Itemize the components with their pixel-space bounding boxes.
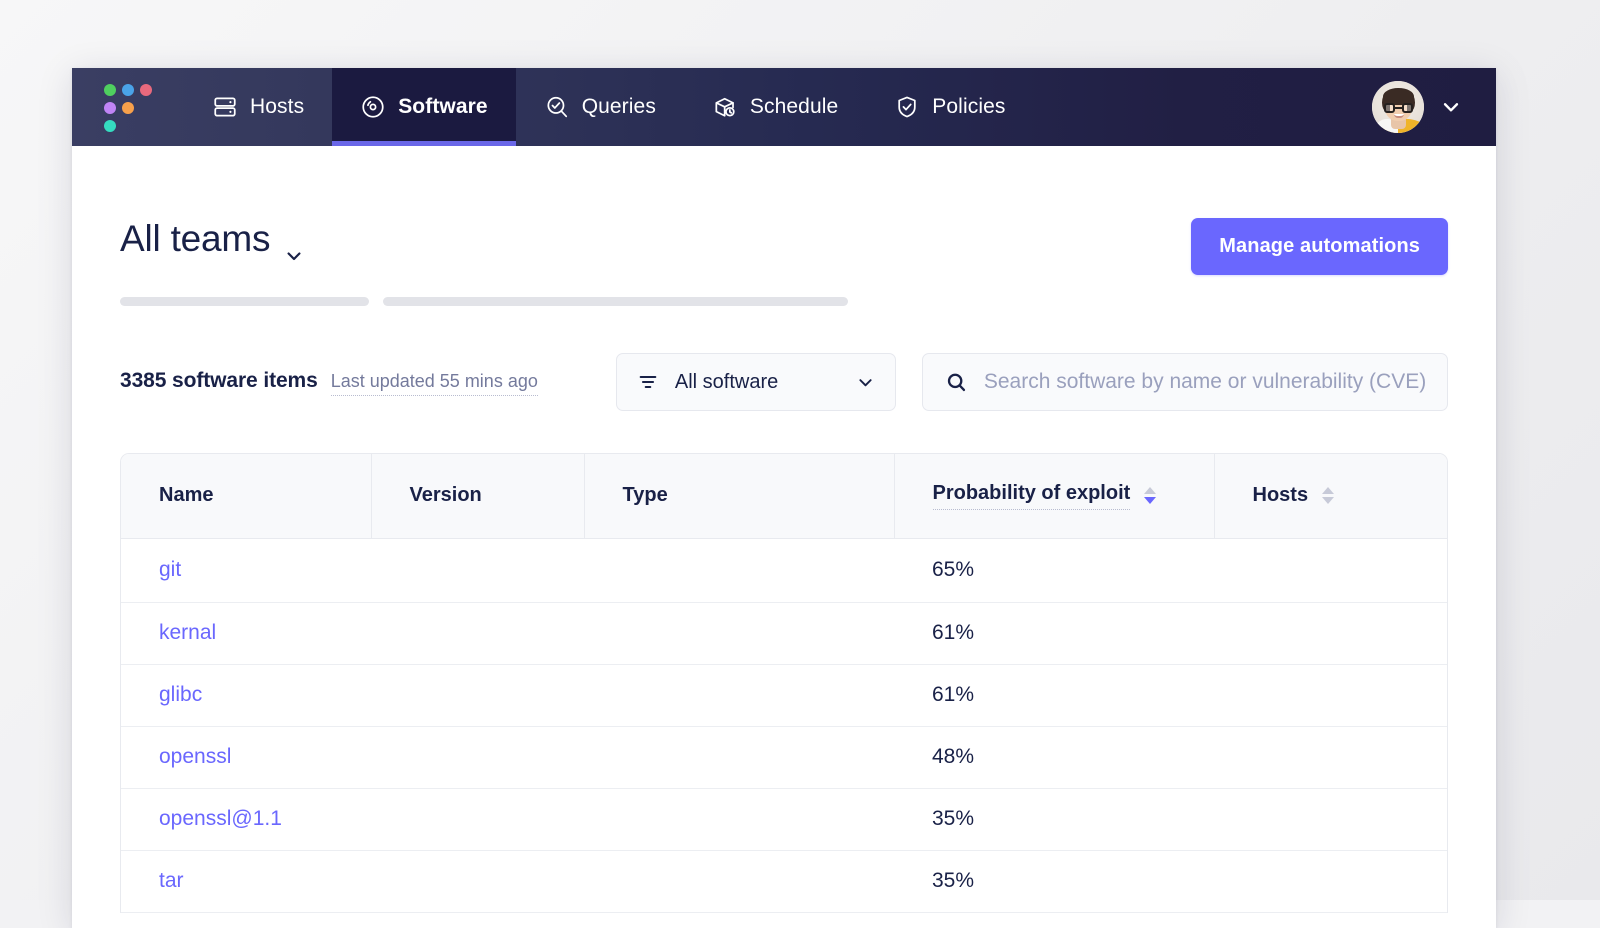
software-name-link[interactable]: kernal [159, 621, 216, 644]
table-body: git 65% kernal 61% glibc 61% openssl 48%… [121, 538, 1447, 913]
probability-value: 48% [894, 726, 1214, 789]
team-selector[interactable]: All teams [120, 218, 304, 261]
software-name-link[interactable]: openssl@1.1 [159, 807, 282, 830]
table-row[interactable]: tar 35% [121, 850, 1447, 913]
probability-value: 65% [894, 538, 1214, 603]
table-toolbar: 3385 software items Last updated 55 mins… [120, 353, 1448, 411]
filter-icon [637, 371, 659, 393]
chevron-down-icon [284, 233, 304, 261]
sort-arrows-probability[interactable] [1144, 487, 1157, 505]
shield-check-icon [894, 94, 920, 120]
probability-value: 61% [894, 664, 1214, 727]
nav-items: Hosts Software Queries Schedule Policies [184, 68, 1033, 146]
nav-item-software[interactable]: Software [332, 68, 516, 146]
column-header-name[interactable]: Name [121, 454, 372, 539]
column-label: Version [409, 484, 482, 507]
disc-icon [360, 94, 386, 120]
last-updated-label: Last updated 55 mins ago [330, 371, 538, 396]
table-row[interactable]: glibc 61% [121, 664, 1447, 727]
placeholder-bar [383, 297, 848, 306]
nav-item-label: Policies [932, 95, 1006, 118]
box-clock-icon [712, 94, 738, 120]
probability-value: 61% [894, 602, 1214, 665]
page-content: All teams Manage automations 3385 softwa… [72, 146, 1496, 913]
app-logo[interactable] [72, 68, 184, 146]
column-label: Type [622, 484, 668, 507]
manage-automations-button[interactable]: Manage automations [1191, 218, 1448, 275]
nav-item-label: Hosts [250, 95, 305, 118]
fleet-logo-icon [104, 84, 152, 132]
nav-item-schedule[interactable]: Schedule [684, 68, 866, 146]
column-label: Name [159, 484, 214, 507]
chevron-down-icon[interactable] [1440, 96, 1462, 118]
software-count: 3385 software items [120, 368, 318, 392]
column-label: Hosts [1252, 484, 1309, 507]
page-title: All teams [120, 218, 271, 259]
top-navigation-bar: Hosts Software Queries Schedule Policies [72, 68, 1496, 146]
column-header-type[interactable]: Type [584, 454, 895, 539]
search-input[interactable] [983, 370, 1425, 394]
software-filter-dropdown[interactable]: All software [615, 353, 896, 411]
table-row[interactable]: kernal 61% [121, 602, 1447, 665]
nav-item-label: Software [398, 95, 488, 118]
page-header: All teams Manage automations [120, 146, 1448, 275]
software-name-link[interactable]: openssl [159, 745, 231, 768]
table-row[interactable]: git 65% [121, 538, 1447, 603]
nav-item-queries[interactable]: Queries [516, 68, 684, 146]
avatar[interactable] [1372, 81, 1424, 133]
column-header-version[interactable]: Version [371, 454, 585, 539]
nav-item-policies[interactable]: Policies [866, 68, 1033, 146]
description-placeholder [120, 297, 1448, 306]
search-check-icon [544, 94, 570, 120]
probability-value: 35% [894, 850, 1214, 913]
software-name-link[interactable]: glibc [159, 683, 202, 706]
table-row[interactable]: openssl@1.1 35% [121, 788, 1447, 851]
nav-item-label: Schedule [749, 95, 839, 118]
search-container[interactable] [921, 353, 1448, 411]
nav-item-hosts[interactable]: Hosts [184, 68, 332, 146]
nav-user-area [1372, 68, 1496, 146]
column-label: Probability of exploit [932, 482, 1131, 510]
search-icon [945, 371, 968, 394]
table-row[interactable]: openssl 48% [121, 726, 1447, 789]
count-group: 3385 software items Last updated 55 mins… [120, 369, 538, 396]
chevron-down-icon [856, 373, 875, 392]
sort-arrows-hosts[interactable] [1322, 487, 1335, 505]
placeholder-bar [120, 297, 369, 306]
column-header-hosts[interactable]: Hosts [1214, 454, 1447, 539]
probability-value: 35% [894, 788, 1214, 851]
software-name-link[interactable]: git [159, 558, 181, 581]
table-header-row: Name Version Type Probability of exploit [121, 454, 1447, 539]
software-name-link[interactable]: tar [159, 869, 184, 892]
column-header-probability-of-exploit[interactable]: Probability of exploit [894, 454, 1215, 539]
server-icon [212, 94, 238, 120]
app-window: Hosts Software Queries Schedule Policies… [72, 68, 1496, 928]
filter-value: All software [674, 370, 779, 393]
nav-item-label: Queries [581, 95, 656, 118]
software-table: Name Version Type Probability of exploit [120, 453, 1448, 913]
